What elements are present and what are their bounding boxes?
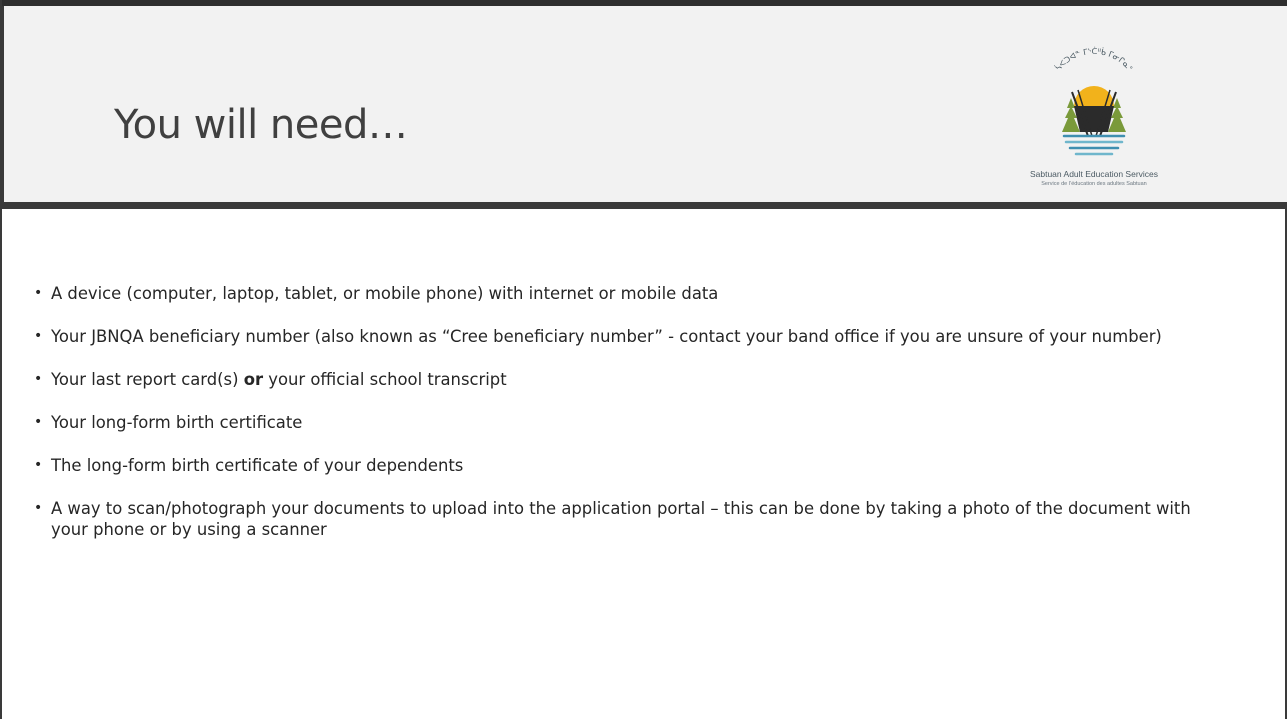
slide-title: You will need…	[114, 102, 408, 148]
list-item-text: A way to scan/photograph your documents …	[51, 499, 1191, 539]
list-item: • Your JBNQA beneficiary number (also kn…	[34, 326, 1214, 347]
list-item-text-end: your official school transcript	[263, 370, 507, 389]
bullet-icon: •	[34, 500, 43, 516]
list-item-text: Your JBNQA beneficiary number (also know…	[51, 327, 1162, 346]
logo-organization-subtitle: Service de l’éducation des adultes Sabtu…	[1041, 181, 1147, 187]
logo-graphic: ᓵᐸᑐᐊᓐ ᒥᔅᑖᐦᑳ ᒥᓂᒋᓇᐤ	[1053, 46, 1134, 156]
list-item-text: The long-form birth certificate of your …	[51, 456, 464, 475]
list-item: • A way to scan/photograph your document…	[34, 498, 1214, 540]
slide: You will need… ᓵᐸᑐᐊᓐ ᒥᔅᑖᐦᑳ ᒥᓂᒋᓇᐤ Sabtuan…	[0, 0, 1287, 719]
slide-header: You will need… ᓵᐸᑐᐊᓐ ᒥᔅᑖᐦᑳ ᒥᓂᒋᓇᐤ Sabtuan…	[2, 6, 1287, 202]
bullet-icon: •	[34, 457, 43, 473]
list-item-text: Your long-form birth certificate	[51, 413, 303, 432]
header-divider	[2, 202, 1287, 209]
requirements-list: • A device (computer, laptop, tablet, or…	[34, 283, 1214, 562]
logo-syllabics-text: ᓵᐸᑐᐊᓐ ᒥᔅᑖᐦᑳ ᒥᓂᒋᓇᐤ	[1053, 46, 1134, 73]
bullet-icon: •	[34, 328, 43, 344]
bullet-icon: •	[34, 285, 43, 301]
list-item: • A device (computer, laptop, tablet, or…	[34, 283, 1214, 304]
list-item: • Your long-form birth certificate	[34, 412, 1214, 433]
organization-logo: ᓵᐸᑐᐊᓐ ᒥᔅᑖᐦᑳ ᒥᓂᒋᓇᐤ Sabtuan Adult Educatio…	[1012, 36, 1212, 196]
list-item: • Your last report card(s) or your offic…	[34, 369, 1214, 390]
list-item-text: A device (computer, laptop, tablet, or m…	[51, 284, 719, 303]
bullet-icon: •	[34, 414, 43, 430]
water-icon	[1062, 134, 1126, 156]
list-item: • The long-form birth certificate of you…	[34, 455, 1214, 476]
list-item-text-bold: or	[243, 370, 264, 389]
logo-organization-name: Sabtuan Adult Education Services	[1029, 169, 1159, 179]
bullet-icon: •	[34, 371, 43, 387]
list-item-text-start: Your last report card(s)	[51, 370, 244, 389]
svg-text:ᓵᐸᑐᐊᓐ ᒥᔅᑖᐦᑳ ᒥᓂᒋᓇᐤ: ᓵᐸᑐᐊᓐ ᒥᔅᑖᐦᑳ ᒥᓂᒋᓇᐤ	[1053, 46, 1134, 73]
